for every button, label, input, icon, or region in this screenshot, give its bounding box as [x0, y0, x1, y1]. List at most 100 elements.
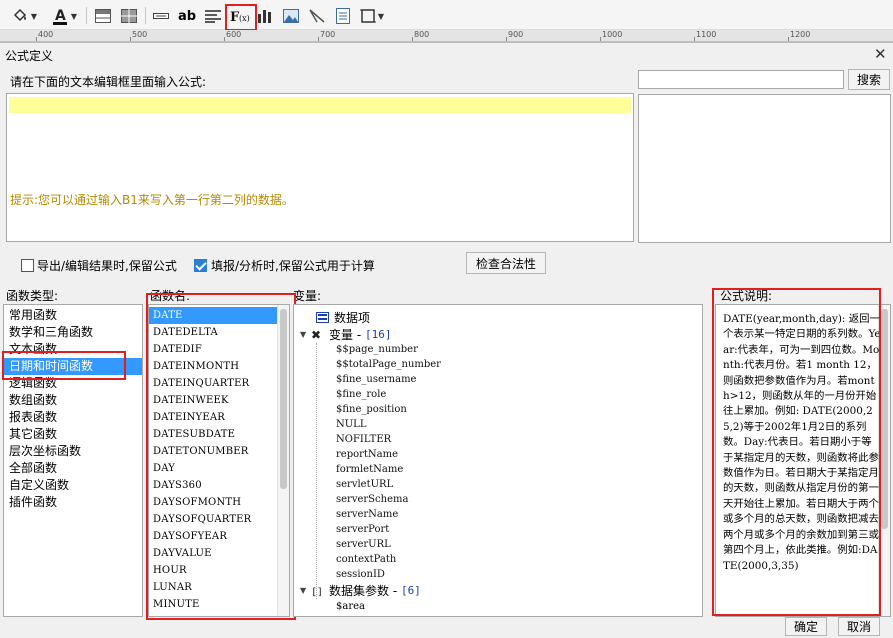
variable-item[interactable]: servletURL: [336, 477, 441, 492]
dataset-param-item[interactable]: $area: [336, 599, 365, 614]
variable-item[interactable]: $fine_position: [336, 402, 441, 417]
text-button[interactable]: ab: [177, 5, 197, 27]
variable-item[interactable]: serverURL: [336, 537, 441, 552]
image-button[interactable]: [281, 5, 301, 27]
toolbar-divider: [145, 7, 146, 24]
ruler-tick: [506, 37, 507, 41]
tree-node-dataset-params[interactable]: ▼ [] 数据集参数 - [6]: [300, 582, 421, 599]
diagonal-line-icon: [309, 9, 325, 23]
data-item-icon: [316, 312, 329, 323]
formula-editor[interactable]: 提示:您可以通过输入B1来写入第一行第二列的数据。: [6, 93, 634, 242]
category-item[interactable]: 层次坐标函数: [4, 443, 142, 460]
image-icon: [283, 9, 299, 23]
table-rows-icon: [95, 9, 111, 23]
align-button[interactable]: [203, 5, 223, 27]
expand-icon[interactable]: ▼: [300, 586, 311, 595]
svg-text:[]: []: [311, 587, 323, 597]
variables-header: 变量:: [293, 289, 322, 303]
tree-guide: [316, 343, 317, 599]
ruler-label: 400: [38, 30, 54, 39]
page-icon: [336, 8, 350, 24]
description-highlight-box: [712, 288, 881, 616]
variable-item[interactable]: NULL: [336, 417, 441, 432]
category-item[interactable]: 数学和三角函数: [4, 324, 142, 341]
variable-item[interactable]: serverName: [336, 507, 441, 522]
fill-keep-checkbox[interactable]: [194, 259, 207, 272]
bar-chart-icon: [258, 10, 271, 23]
font-color-button[interactable]: A ▼: [48, 5, 80, 27]
ruler-label: 800: [414, 30, 430, 39]
variable-item[interactable]: $fine_username: [336, 372, 441, 387]
export-keep-checkbox[interactable]: [21, 259, 34, 272]
category-item[interactable]: 报表函数: [4, 409, 142, 426]
function-list-highlight-box: [146, 293, 296, 620]
insert-column-button[interactable]: [119, 5, 139, 27]
expand-icon[interactable]: ▼: [300, 330, 311, 339]
ruler-tick: [600, 37, 601, 41]
editor-current-line: [9, 97, 631, 113]
variable-list: $$page_number $$totalPage_number $fine_u…: [336, 342, 441, 582]
border-button[interactable]: ▼: [359, 5, 385, 27]
dataset-param-icon: []: [311, 587, 323, 597]
ruler: 400 500 600 700 800 900 1000 1100 1200: [0, 30, 893, 42]
variable-item[interactable]: sessionID: [336, 567, 441, 582]
check-validity-button[interactable]: 检查合法性: [466, 252, 546, 274]
variable-item[interactable]: serverPort: [336, 522, 441, 537]
dataset-params-count: [6]: [400, 584, 421, 597]
variable-item[interactable]: serverSchema: [336, 492, 441, 507]
border-icon: [359, 9, 376, 23]
categories-header: 函数类型:: [6, 289, 59, 303]
ruler-label: 1100: [696, 30, 717, 39]
category-item[interactable]: 其它函数: [4, 426, 142, 443]
category-item[interactable]: 数组函数: [4, 392, 142, 409]
format-painter-button[interactable]: ▼: [8, 5, 40, 27]
variables-label: 变量: [329, 328, 354, 342]
ruler-label: 1200: [790, 30, 811, 39]
slash-button[interactable]: [307, 5, 327, 27]
data-item-label: 数据项: [334, 311, 371, 325]
variable-tree[interactable]: 数据项 ▼ ✖ 变量 - [16] $$page_number $$totalP…: [293, 304, 703, 617]
cancel-button[interactable]: 取消: [838, 617, 880, 636]
variable-item[interactable]: $$totalPage_number: [336, 357, 441, 372]
category-item[interactable]: 常用函数: [4, 307, 142, 324]
chevron-down-icon: ▼: [30, 11, 38, 21]
editor-prompt: 请在下面的文本编辑框里面输入公式:: [10, 75, 207, 89]
chart-button[interactable]: [255, 5, 275, 27]
ruler-tick: [318, 37, 319, 41]
svg-text:✖: ✖: [311, 328, 321, 341]
page-button[interactable]: [333, 5, 353, 27]
text-field-button[interactable]: [151, 5, 171, 27]
tree-dash: -: [389, 583, 401, 598]
svg-text:A: A: [55, 8, 66, 24]
variable-icon: ✖: [311, 328, 321, 341]
variable-item[interactable]: formletName: [336, 462, 441, 477]
variable-item[interactable]: reportName: [336, 447, 441, 462]
chevron-down-icon: ▼: [377, 11, 385, 21]
category-item[interactable]: 自定义函数: [4, 477, 142, 494]
ruler-tick: [412, 37, 413, 41]
close-icon[interactable]: ✕: [874, 45, 887, 63]
variable-item[interactable]: contextPath: [336, 552, 441, 567]
ruler-tick: [224, 37, 225, 41]
align-left-icon: [205, 10, 221, 23]
toolbar: ▼ A ▼ ab F (x) ▼: [0, 0, 893, 31]
scrollbar-thumb[interactable]: [881, 309, 888, 529]
tree-dash: -: [353, 327, 365, 342]
category-item[interactable]: 全部函数: [4, 460, 142, 477]
search-input[interactable]: [638, 70, 844, 89]
search-button[interactable]: 搜索: [848, 69, 890, 90]
paint-bucket-icon: [13, 8, 26, 22]
dataset-params-label: 数据集参数: [329, 584, 390, 598]
variable-item[interactable]: NOFILTER: [336, 432, 441, 447]
font-color-icon: A: [52, 8, 67, 25]
chevron-down-icon: ▼: [70, 11, 78, 21]
variable-item[interactable]: $$page_number: [336, 342, 441, 357]
ok-button[interactable]: 确定: [785, 617, 827, 636]
search-results[interactable]: [638, 94, 891, 243]
variable-item[interactable]: $fine_role: [336, 387, 441, 402]
category-item[interactable]: 插件函数: [4, 494, 142, 511]
insert-row-button[interactable]: [93, 5, 113, 27]
tree-node-data-item[interactable]: 数据项: [316, 309, 370, 326]
tree-node-variables[interactable]: ▼ ✖ 变量 - [16]: [300, 326, 391, 343]
editor-hint: 提示:您可以通过输入B1来写入第一行第二列的数据。: [10, 193, 294, 207]
